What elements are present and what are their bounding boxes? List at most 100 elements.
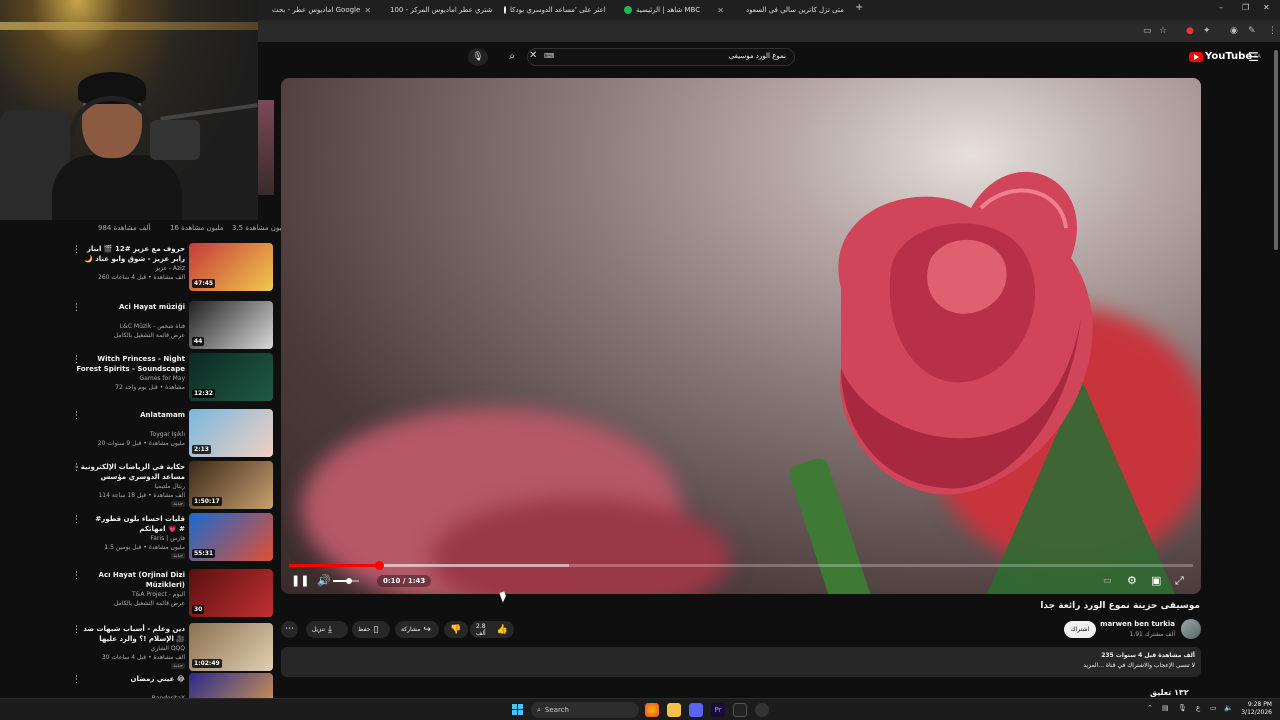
tab-google-search[interactable]: اماديوس عطر - بحث Google ✕ bbox=[262, 2, 372, 18]
recommended-video[interactable]: 12:32 Witch Princess - Night Forest Spiri… bbox=[70, 353, 275, 405]
more-options-icon[interactable]: ⋮ bbox=[72, 355, 81, 365]
more-options-icon[interactable]: ⋮ bbox=[72, 463, 81, 473]
video-title[interactable]: عيني رمضان 😂 bbox=[75, 674, 185, 684]
file-explorer-icon[interactable] bbox=[667, 703, 681, 717]
recommended-video[interactable]: 1:50:17 حكاية في الرياضات الإلكترونية - م… bbox=[70, 461, 275, 513]
tab-search-result[interactable]: متى تزل كاترين سالي في السعود ✕ bbox=[736, 2, 848, 18]
video-title[interactable]: Aci Hayat müziği bbox=[75, 302, 185, 312]
close-tab-icon[interactable]: ✕ bbox=[717, 6, 724, 15]
windows-start-icon[interactable] bbox=[512, 704, 523, 715]
browser-menu-icon[interactable]: ⋮ bbox=[1268, 26, 1277, 36]
volume-icon[interactable]: 🔊 bbox=[317, 574, 331, 587]
more-options-icon[interactable]: ⋮ bbox=[72, 625, 81, 635]
recommended-video[interactable]: 44 Aci Hayat müziği L&C Müzik - قناة شخص عر… bbox=[70, 301, 275, 353]
chrome-icon[interactable] bbox=[645, 703, 659, 717]
more-options-icon[interactable]: ⋮ bbox=[72, 515, 81, 525]
like-button[interactable]: 2.8 ألف 👍 bbox=[470, 621, 514, 638]
voice-search-icon[interactable]: 🎙 bbox=[468, 48, 488, 66]
video-thumbnail[interactable]: 1:50:17 bbox=[189, 461, 273, 509]
channel-name[interactable]: T&A Project - ألبوم bbox=[75, 591, 185, 598]
video-thumbnail[interactable]: 30 bbox=[189, 569, 273, 617]
hamburger-menu-icon[interactable]: ☰ bbox=[1248, 50, 1259, 64]
discord-icon[interactable] bbox=[689, 703, 703, 717]
video-title[interactable]: حكاية في الرياضات الإلكترونية - مساعد ال… bbox=[75, 462, 185, 482]
seek-bar[interactable] bbox=[289, 561, 1193, 570]
channel-name[interactable]: ريتال ملتيميا bbox=[75, 483, 185, 490]
captions-icon[interactable]: ▭ bbox=[1103, 576, 1112, 586]
subscribe-button[interactable]: اشتراك bbox=[1064, 621, 1096, 638]
settings-gear-icon[interactable]: ⚙ bbox=[1127, 574, 1137, 587]
premiere-icon[interactable]: Pr bbox=[711, 703, 725, 717]
volume-handle[interactable] bbox=[345, 578, 352, 584]
restore-button[interactable]: ❐ bbox=[1242, 3, 1249, 12]
pause-button[interactable]: ❚❚ bbox=[291, 574, 309, 587]
video-thumbnail[interactable]: 12:32 bbox=[189, 353, 273, 401]
scrollbar-thumb[interactable] bbox=[1274, 50, 1278, 250]
profile-icon[interactable]: ◉ bbox=[1230, 26, 1238, 36]
search-icon[interactable]: ⌕ bbox=[502, 48, 522, 66]
video-player[interactable]: ❚❚ 🔊 0:10 / 1:43 ▭ ⚙ ▣ ⤢ bbox=[281, 78, 1201, 594]
extensions-puzzle-icon[interactable]: ✦ bbox=[1203, 26, 1211, 36]
partial-thumbnail[interactable] bbox=[258, 100, 274, 195]
channel-name[interactable]: Games for May bbox=[75, 375, 185, 382]
system-clock[interactable]: 9:28 PM 3/12/2026 bbox=[1236, 701, 1272, 717]
video-title[interactable]: دين وعلم - أسباب شبهات ضد الإسلام !؟ وال… bbox=[75, 624, 185, 644]
more-options-icon[interactable]: ⋮ bbox=[72, 571, 81, 581]
page-scrollbar[interactable] bbox=[1272, 42, 1280, 698]
channel-name[interactable]: عزيز - Aziz bbox=[75, 265, 185, 272]
video-title[interactable]: حروف مع عزيز #12 🎬 ابناز رابر عزيز - شوق… bbox=[75, 244, 185, 264]
video-thumbnail[interactable]: 47:45 bbox=[189, 243, 273, 291]
video-thumbnail[interactable]: 55:31 bbox=[189, 513, 273, 561]
recommended-video[interactable]: 30 Acı Hayat (Orjinal Dizi Müzikleri) T&A … bbox=[70, 569, 275, 621]
recommended-video[interactable]: 55:31 #قليات احساء بلون قطور امهاتكم 💗 # F… bbox=[70, 513, 275, 565]
tab-tiktok[interactable]: اعثر على 'مساعد الدوسري بودكا ✕ bbox=[498, 2, 610, 18]
network-icon[interactable]: ▭ bbox=[1210, 704, 1217, 712]
close-tab-icon[interactable]: ✕ bbox=[364, 6, 371, 15]
more-options-icon[interactable]: ⋮ bbox=[72, 303, 81, 313]
video-thumbnail[interactable]: 1:02:49 bbox=[189, 623, 273, 671]
more-options-icon[interactable]: ⋮ bbox=[72, 245, 81, 255]
recommended-video[interactable]: 47:45 حروف مع عزيز #12 🎬 ابناز رابر عزيز … bbox=[70, 243, 275, 295]
volume-slider[interactable] bbox=[333, 578, 359, 584]
channel-name[interactable]: الشاري QQQ bbox=[75, 645, 185, 652]
obs-icon[interactable] bbox=[755, 703, 769, 717]
terminal-icon[interactable] bbox=[733, 703, 747, 717]
fullscreen-icon[interactable]: ⤢ bbox=[1175, 574, 1184, 588]
video-title[interactable]: Acı Hayat (Orjinal Dizi Müzikleri) bbox=[75, 570, 185, 590]
keyboard-icon[interactable]: ⌨ bbox=[544, 52, 554, 60]
extension-icon[interactable]: ● bbox=[1186, 26, 1194, 36]
language-indicator[interactable]: ع bbox=[1196, 704, 1200, 712]
video-thumbnail[interactable]: 44 bbox=[189, 301, 273, 349]
close-window-button[interactable]: ✕ bbox=[1263, 3, 1270, 12]
video-title[interactable]: #قليات احساء بلون قطور امهاتكم 💗 # bbox=[75, 514, 185, 534]
video-title[interactable]: Anlatamam bbox=[75, 410, 185, 420]
channel-name[interactable]: Toygar Işıklı bbox=[75, 431, 185, 438]
channel-name[interactable]: Faris | فارس bbox=[75, 535, 185, 542]
video-thumbnail[interactable]: 2:13 bbox=[189, 409, 273, 457]
recommended-video[interactable]: 1:02:49 دين وعلم - أسباب شبهات ضد الإسلام… bbox=[70, 623, 275, 675]
more-actions-button[interactable]: ⋯ bbox=[281, 621, 298, 638]
minimize-button[interactable]: – bbox=[1219, 3, 1223, 12]
bookmark-star-icon[interactable]: ☆ bbox=[1159, 26, 1167, 36]
channel-name[interactable]: L&C Müzik - قناة شخص bbox=[75, 323, 185, 330]
edit-icon[interactable]: ✎ bbox=[1248, 26, 1256, 36]
share-button[interactable]: مشاركة ↪ bbox=[395, 621, 439, 638]
tab-perfume-shop[interactable]: اشتري عطر اماديوس المركز - 100 ✕ bbox=[380, 2, 492, 18]
recommended-video[interactable]: 2:13 Anlatamam Toygar Işıklı 20 مليون مشاهد… bbox=[70, 409, 275, 461]
tab-mbc-shahid[interactable]: شاهد | الرئيسية MBC ✕ bbox=[618, 2, 730, 18]
video-title[interactable]: Witch Princess - Night Forest Spirits - … bbox=[75, 354, 185, 374]
speaker-icon[interactable]: 🔈 bbox=[1224, 704, 1233, 712]
tray-overflow-icon[interactable]: ⌃ bbox=[1147, 704, 1153, 712]
search-input[interactable]: ⌨ نموع الورد موسيقى bbox=[527, 48, 795, 66]
download-button[interactable]: تنزيل ⤓ bbox=[306, 621, 348, 638]
channel-avatar[interactable] bbox=[1181, 619, 1201, 639]
taskbar-search[interactable]: ⌕ Search bbox=[531, 702, 639, 718]
dislike-button[interactable]: 👎 bbox=[444, 621, 468, 638]
new-tab-button[interactable]: + bbox=[855, 2, 863, 13]
mic-tray-icon[interactable]: 🎙 bbox=[1178, 704, 1187, 712]
description-box[interactable]: 235 ألف مشاهدة قبل 4 سنوات لا تنسى الإعج… bbox=[281, 647, 1201, 677]
theater-mode-icon[interactable]: ▣ bbox=[1151, 574, 1161, 587]
clear-search-icon[interactable]: ✕ bbox=[529, 50, 537, 61]
cast-icon[interactable]: ▭ bbox=[1143, 26, 1152, 36]
more-options-icon[interactable]: ⋮ bbox=[72, 411, 81, 421]
